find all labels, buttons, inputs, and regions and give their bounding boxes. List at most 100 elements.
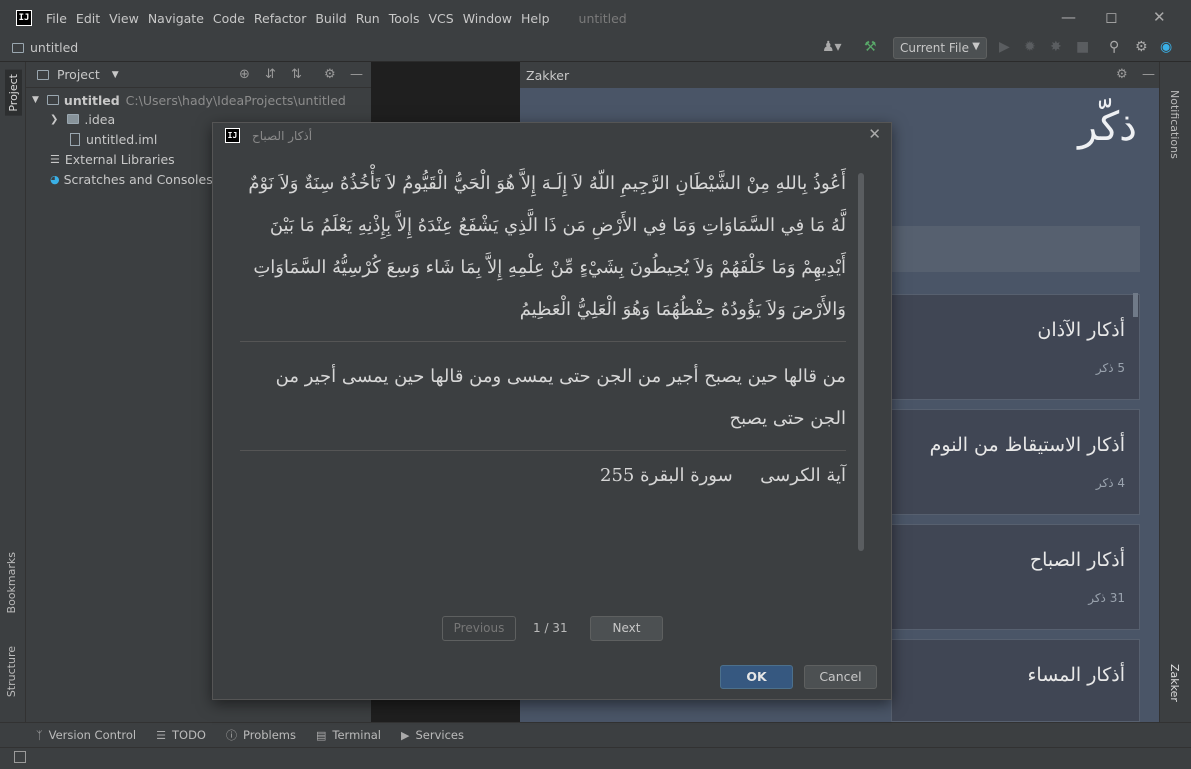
search-icon[interactable]: ⚲ [1109, 39, 1119, 55]
run-configuration-select[interactable]: Current File ▼ [893, 37, 987, 59]
menu-run[interactable]: Run [356, 11, 380, 26]
search-input[interactable] [890, 226, 1140, 272]
maximize-button[interactable]: ◻ [1105, 8, 1117, 26]
tree-item-iml[interactable]: untitled.iml [70, 129, 157, 149]
menu-edit[interactable]: Edit [76, 11, 100, 26]
menu-file[interactable]: File [46, 11, 67, 26]
folder-icon [12, 42, 24, 53]
code-with-me-icon[interactable]: ◉ [1160, 39, 1172, 55]
dialog-title-bar: IJ أذكار الصباح [225, 128, 312, 143]
category-title: أذكار الآذان [1037, 319, 1125, 341]
category-title: أذكار الاستيقاظ من النوم [929, 434, 1125, 456]
collapse-all-icon[interactable]: ⇅ [291, 67, 302, 82]
locate-icon[interactable]: ⊕ [239, 67, 250, 82]
left-tool-stripe: Project Bookmarks Structure [0, 62, 26, 722]
project-tool-tab[interactable]: Project [5, 70, 22, 116]
window-title: untitled [578, 10, 627, 26]
dialog-title: أذكار الصباح [252, 128, 313, 143]
page-indicator: 1 / 31 [533, 621, 568, 635]
close-window-button[interactable]: ✕ [1153, 8, 1166, 26]
reference-surah: سورة البقرة 255 [600, 465, 733, 486]
scrollbar-thumb[interactable] [1133, 293, 1138, 317]
menu-help[interactable]: Help [521, 11, 550, 26]
tree-item-scratches[interactable]: ◕ Scratches and Consoles [50, 169, 213, 189]
folder-icon [67, 114, 80, 124]
build-hammer-icon[interactable]: ⚒ [864, 39, 877, 55]
cancel-button[interactable]: Cancel [804, 665, 877, 689]
project-breadcrumb-label: untitled [30, 40, 79, 55]
chevron-down-icon[interactable]: ▼ [32, 95, 39, 105]
tree-item-label: .idea [84, 111, 116, 127]
project-panel-title[interactable]: Project [57, 67, 100, 82]
dialog-scrollbar[interactable] [858, 173, 864, 551]
tab-label: Version Control [48, 728, 137, 742]
stop-icon[interactable]: ■ [1076, 39, 1089, 55]
zakker-tool-tab[interactable]: Zakker [1168, 664, 1181, 702]
menu-navigate[interactable]: Navigate [148, 11, 204, 26]
gear-icon[interactable]: ⚙ [1116, 67, 1128, 82]
run-configuration-label: Current File [900, 41, 969, 55]
next-button[interactable]: Next [590, 616, 663, 641]
bookmarks-tool-tab[interactable]: Bookmarks [5, 552, 18, 613]
menu-view[interactable]: View [109, 11, 139, 26]
category-card-adhan[interactable]: أذكار الآذان 5 ذكر [891, 294, 1140, 400]
chevron-right-icon[interactable]: ❯ [50, 114, 58, 125]
version-control-tab[interactable]: ᛉ Version Control [36, 728, 136, 742]
tree-item-label: External Libraries [64, 151, 175, 167]
debug-icon[interactable]: ✹ [1024, 39, 1036, 55]
services-tab[interactable]: ▶ Services [401, 728, 464, 742]
project-panel-header: Project ▼ ⊕ ⇵ ⇅ ⚙ — [26, 62, 371, 88]
close-icon[interactable]: ✕ [868, 125, 881, 143]
reference-name: آية الكرسى [760, 465, 846, 486]
expand-all-icon[interactable]: ⇵ [265, 67, 276, 82]
app-title: ذكّر [1078, 104, 1137, 150]
tree-item-path: C:\Users\hady\IdeaProjects\untitled [125, 92, 346, 108]
category-card-evening[interactable]: أذكار المساء [891, 639, 1140, 722]
run-icon[interactable]: ▶ [999, 39, 1010, 55]
status-bar [0, 747, 1191, 769]
previous-button[interactable]: Previous [442, 616, 516, 641]
user-icon[interactable]: ♟▾ [822, 39, 842, 55]
branch-icon: ᛉ [36, 728, 43, 742]
library-icon: ☰ [50, 152, 60, 166]
divider [240, 341, 846, 342]
structure-tool-tab[interactable]: Structure [5, 646, 18, 697]
minimize-button[interactable]: — [1061, 8, 1076, 26]
menu-vcs[interactable]: VCS [429, 11, 454, 26]
intellij-logo-icon: IJ [225, 128, 240, 143]
category-card-waking[interactable]: أذكار الاستيقاظ من النوم 4 ذكر [891, 409, 1140, 515]
tab-label: Terminal [332, 728, 382, 742]
chevron-down-icon: ▼ [972, 41, 980, 52]
toggle-tool-windows-icon[interactable] [14, 751, 26, 763]
todo-tab[interactable]: ☰ TODO [156, 728, 206, 742]
menu-tools[interactable]: Tools [389, 11, 420, 26]
zakker-panel-title: Zakker [526, 67, 570, 83]
menu-refactor[interactable]: Refactor [254, 11, 306, 26]
tab-label: Services [415, 728, 464, 742]
problems-tab[interactable]: ⓘ Problems [226, 727, 296, 743]
category-card-morning[interactable]: أذكار الصباح 31 ذكر [891, 524, 1140, 630]
project-breadcrumb[interactable]: untitled [12, 40, 78, 55]
hide-panel-icon[interactable]: — [1142, 67, 1155, 82]
tree-item-label: untitled [63, 92, 120, 108]
gear-icon[interactable]: ⚙ [324, 67, 336, 82]
divider [240, 450, 846, 451]
main-toolbar: untitled ♟▾ ⚒ Current File ▼ ▶ ✹ ✸ ■ ⚲ ⚙… [0, 36, 1191, 62]
menu-build[interactable]: Build [315, 11, 346, 26]
menu-code[interactable]: Code [213, 11, 245, 26]
menu-window[interactable]: Window [463, 11, 512, 26]
tree-item-untitled[interactable]: ▼ untitled C:\Users\hady\IdeaProjects\un… [32, 90, 346, 110]
ok-button[interactable]: OK [720, 665, 793, 689]
bottom-tool-bar: ᛉ Version Control ☰ TODO ⓘ Problems ▤ Termin… [0, 722, 1191, 747]
right-tool-stripe: Notifications Zakker [1159, 62, 1191, 722]
gear-icon[interactable]: ⚙ [1135, 39, 1148, 55]
tree-item-idea[interactable]: ❯ .idea [50, 109, 115, 129]
chevron-down-icon[interactable]: ▼ [112, 70, 119, 80]
intellij-logo-icon: IJ [16, 10, 32, 26]
tree-item-external-libraries[interactable]: ☰ External Libraries [50, 149, 175, 169]
coverage-icon[interactable]: ✸ [1050, 39, 1062, 55]
terminal-tab[interactable]: ▤ Terminal [316, 728, 381, 742]
hide-panel-icon[interactable]: — [350, 67, 363, 82]
notifications-tool-tab[interactable]: Notifications [1168, 90, 1181, 159]
scratches-icon: ◕ [50, 172, 60, 186]
